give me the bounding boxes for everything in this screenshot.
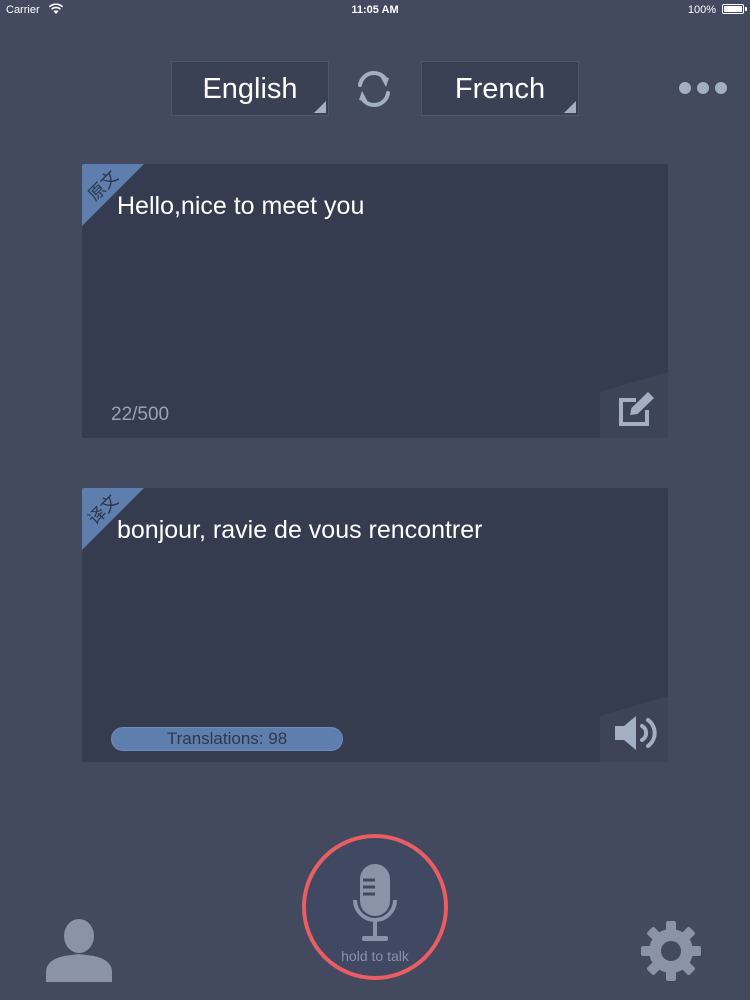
battery-icon [722, 4, 747, 14]
character-count: 22/500 [111, 404, 170, 425]
more-dots-icon [679, 82, 727, 94]
translated-text: bonjour, ravie de vous rencontrer [117, 516, 483, 544]
target-language-button[interactable]: French [421, 61, 579, 116]
edit-icon [619, 392, 654, 426]
source-language-button[interactable]: English [171, 61, 329, 116]
status-bar: Carrier 11:05 AM 100% [0, 0, 750, 22]
more-options-button[interactable] [676, 76, 730, 100]
source-language-label: English [202, 73, 298, 105]
swap-languages-button[interactable] [350, 65, 398, 113]
translations-progress-bar: Translations: 98 [111, 727, 343, 751]
source-text-card[interactable]: 原文 Hello,nice to meet you 22/500 [82, 164, 668, 438]
swap-arrows-icon [358, 70, 390, 108]
translation-card[interactable]: 译文 bonjour, ravie de vous rencontrer Tra… [82, 488, 668, 762]
dropdown-corner-icon [314, 101, 326, 113]
gear-icon [641, 921, 701, 981]
user-icon [46, 919, 112, 982]
target-language-label: French [454, 73, 546, 105]
hold-to-talk-button[interactable]: hold to talk [302, 834, 448, 980]
dropdown-corner-icon [564, 101, 576, 113]
user-profile-button[interactable] [44, 918, 114, 982]
settings-button[interactable] [640, 920, 702, 982]
source-text: Hello,nice to meet you [117, 192, 365, 220]
battery-percent: 100% [687, 4, 716, 16]
microphone-icon [353, 864, 397, 941]
hold-to-talk-label: hold to talk [341, 948, 409, 964]
edit-button[interactable] [600, 372, 668, 438]
speaker-button[interactable] [600, 696, 668, 762]
status-time: 11:05 AM [351, 4, 399, 16]
speaker-icon [615, 716, 657, 750]
translations-label: Translations: 98 [166, 729, 288, 748]
